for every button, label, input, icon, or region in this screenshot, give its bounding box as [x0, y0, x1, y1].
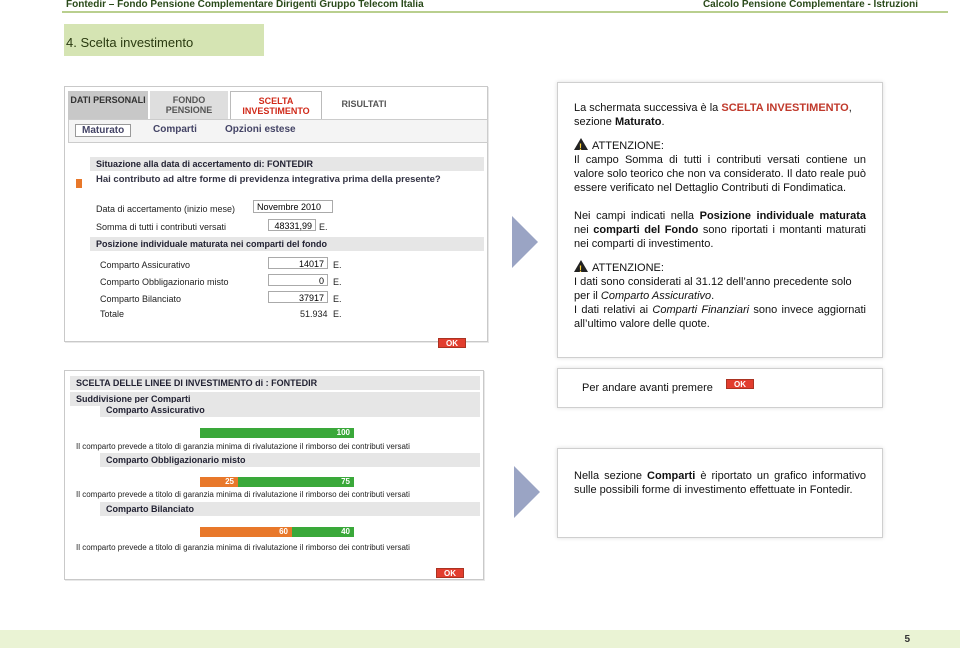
- subtab-opzioni-estese[interactable]: Opzioni estese: [225, 124, 296, 135]
- position-title: Posizione individuale maturata nei compa…: [90, 237, 484, 251]
- note-paragraph: I dati relativi ai Comparti Finanziari s…: [574, 304, 866, 330]
- guarantee-text: Il comparto prevede a titolo di garanzia…: [76, 442, 410, 451]
- note-maturato: La schermata successiva è la SCELTA INVE…: [557, 82, 883, 358]
- comparto-field[interactable]: 14017: [268, 257, 328, 269]
- header-title-right: Calcolo Pensione Complementare - Istruzi…: [702, 0, 918, 10]
- note-paragraph: Il campo Somma di tutti i contributi ver…: [574, 154, 866, 194]
- page-footer: [0, 630, 960, 648]
- guarantee-text: Il comparto prevede a titolo di garanzia…: [76, 490, 410, 499]
- note-proceed: Per andare avanti premere: [557, 368, 883, 408]
- question-text: Hai contributo ad altre forme di previde…: [96, 174, 441, 185]
- comparto-name: Comparto Assicurativo: [100, 403, 480, 417]
- bar-segment: 40: [292, 527, 354, 537]
- ok-button[interactable]: OK: [436, 568, 464, 578]
- comparto-name: Comparto Obbligazionario misto: [100, 453, 480, 467]
- note-paragraph: I dati sono considerati al 31.12 dell’an…: [574, 276, 852, 302]
- subtab-comparti[interactable]: Comparti: [153, 124, 197, 135]
- arrow-down-icon: [76, 179, 82, 188]
- screen2-title: SCELTA DELLE LINEE DI INVESTIMENTO di : …: [70, 376, 480, 390]
- tab-fondo-pensione[interactable]: FONDO PENSIONE: [150, 91, 228, 119]
- bar-segment: 25: [200, 477, 238, 487]
- total-label: Totale: [100, 309, 125, 319]
- total-value: 51.934: [300, 309, 328, 319]
- guarantee-text: Il comparto prevede a titolo di garanzia…: [76, 543, 410, 552]
- warning-icon: [574, 138, 588, 154]
- sum-label: Somma di tutti i contributi versati: [96, 222, 227, 232]
- proceed-text: Per andare avanti premere: [582, 382, 713, 394]
- note-comparti: Nella sezione Comparti è riportato un gr…: [557, 448, 883, 538]
- subtabs: Maturato Comparti Opzioni estese: [68, 119, 488, 143]
- warning-icon: [574, 260, 588, 276]
- subtab-maturato[interactable]: Maturato: [75, 124, 132, 137]
- sum-unit: E.: [319, 222, 328, 232]
- comparto-unit: E.: [333, 260, 342, 270]
- header-title-left: Fontedir – Fondo Pensione Complementare …: [66, 0, 424, 10]
- comparto-field[interactable]: 0: [268, 274, 328, 286]
- ok-button-inline: OK: [726, 379, 754, 389]
- bar-segment: 75: [238, 477, 354, 487]
- comparto-label: Comparto Obbligazionario misto: [100, 277, 229, 287]
- comparto-name: Comparto Bilanciato: [100, 502, 480, 516]
- page-number: 5: [904, 634, 910, 645]
- section-title: 4. Scelta investimento: [64, 24, 264, 56]
- tab-scelta-investimento[interactable]: SCELTA INVESTIMENTO: [230, 91, 322, 119]
- comparto-unit: E.: [333, 277, 342, 287]
- total-unit: E.: [333, 309, 342, 319]
- tab-dati-personali[interactable]: DATI PERSONALI: [68, 91, 148, 119]
- attention-heading: ATTENZIONE:: [574, 138, 866, 154]
- tab-risultati[interactable]: RISULTATI: [324, 91, 404, 119]
- situation-label: Situazione alla data di accertamento di:…: [90, 157, 484, 171]
- note-paragraph: Nei campi indicati nella Posizione indiv…: [574, 210, 866, 250]
- ok-button[interactable]: OK: [438, 338, 466, 348]
- arrow-right-icon: [512, 216, 538, 268]
- bar-segment: 60: [200, 527, 292, 537]
- sum-field[interactable]: 48331,99: [268, 219, 316, 231]
- comparto-field[interactable]: 37917: [268, 291, 328, 303]
- section-title-text: 4. Scelta investimento: [66, 35, 194, 50]
- comparto-label: Comparto Bilanciato: [100, 294, 182, 304]
- bar-segment: 100: [200, 428, 354, 438]
- date-label: Data di accertamento (inizio mese): [96, 204, 236, 214]
- header-rule: [62, 11, 948, 13]
- comparto-label: Comparto Assicurativo: [100, 260, 191, 270]
- arrow-right-icon: [514, 466, 540, 518]
- wizard-tabs: DATI PERSONALI FONDO PENSIONE SCELTA INV…: [68, 91, 488, 119]
- note-paragraph: La schermata successiva è la SCELTA INVE…: [574, 102, 852, 128]
- attention-heading: ATTENZIONE:: [574, 260, 866, 276]
- date-select[interactable]: Novembre 2010: [253, 200, 333, 213]
- comparto-unit: E.: [333, 294, 342, 304]
